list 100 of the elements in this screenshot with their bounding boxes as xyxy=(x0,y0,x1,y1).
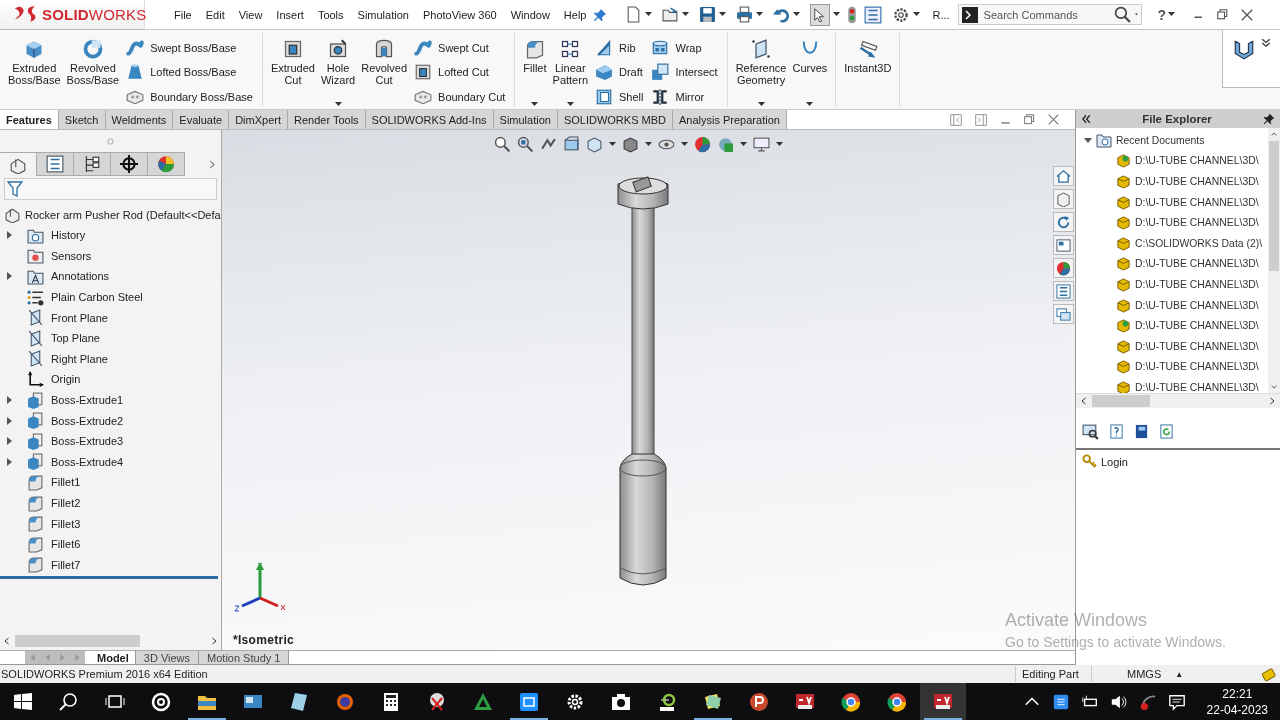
undo-icon[interactable] xyxy=(773,6,791,23)
scroll-down-icon[interactable] xyxy=(1270,384,1278,390)
expand-arrow-icon[interactable] xyxy=(5,396,13,405)
model-tab[interactable]: Motion Study 1 xyxy=(199,651,290,664)
menu-item[interactable]: Simulation xyxy=(350,8,416,21)
ribbon-button[interactable]: Lofted Cut xyxy=(414,61,506,83)
task-pane-tab[interactable] xyxy=(1053,304,1074,324)
tree-item[interactable]: Fillet7 xyxy=(51,558,81,571)
dropdown-caret-icon[interactable] xyxy=(913,12,921,17)
command-tab[interactable]: DimXpert xyxy=(229,110,288,129)
chevron-right-icon[interactable] xyxy=(208,158,217,170)
dropdown-caret-icon[interactable] xyxy=(1168,12,1176,17)
dropdown-caret-icon[interactable] xyxy=(833,12,841,17)
section-view-icon[interactable] xyxy=(563,136,580,153)
recent-document-item[interactable]: D:\U-TUBE CHANNEL\3D\ xyxy=(1135,361,1259,373)
recent-document-item[interactable]: D:\U-TUBE CHANNEL\3D\ xyxy=(1135,340,1259,352)
ribbon-button[interactable]: Shell xyxy=(595,86,644,107)
tree-item[interactable]: Fillet1 xyxy=(51,476,81,489)
tree-item[interactable]: Annotations xyxy=(51,270,110,283)
panel-tab[interactable] xyxy=(111,152,148,176)
close-icon[interactable] xyxy=(1048,114,1059,125)
notebook-icon[interactable] xyxy=(1134,423,1149,439)
display-style-icon[interactable] xyxy=(622,136,639,153)
scene-icon[interactable] xyxy=(717,136,734,153)
expand-arrow-icon[interactable] xyxy=(5,231,13,240)
taskbar-clock[interactable]: 22:21 22-04-2023 xyxy=(1206,685,1268,718)
overflow-menu-label[interactable]: R... xyxy=(932,8,950,21)
menu-item[interactable]: Insert xyxy=(269,8,311,21)
options-list-icon[interactable] xyxy=(864,5,883,24)
command-tab[interactable]: Sketch xyxy=(58,110,106,129)
ribbon-button[interactable]: Lofted Boss/Base xyxy=(126,61,253,83)
close-icon[interactable] xyxy=(1241,8,1254,21)
notifications-icon[interactable] xyxy=(1167,692,1186,711)
view-orientation-icon[interactable] xyxy=(586,136,603,153)
panel-tab[interactable] xyxy=(74,152,111,176)
ribbon-button[interactable]: Fillet xyxy=(520,37,550,109)
taskbar-button[interactable] xyxy=(920,683,966,720)
part-name[interactable]: Rocker arm Pusher Rod (Default<<Defa xyxy=(25,208,221,221)
dropdown-caret-icon[interactable] xyxy=(645,12,653,17)
menu-item[interactable]: Edit xyxy=(198,8,232,21)
dropdown-caret-icon[interactable] xyxy=(609,142,616,147)
dropdown-caret-icon[interactable] xyxy=(757,102,765,107)
scroll-left-icon[interactable] xyxy=(3,636,11,646)
units-caret[interactable]: ▲ xyxy=(1175,669,1184,679)
search-icon[interactable] xyxy=(1113,6,1131,23)
recent-document-item[interactable]: C:\SOLIDWORKS Data (2)\ xyxy=(1135,237,1263,249)
settings-icon[interactable] xyxy=(892,5,911,24)
scroll-up-icon[interactable] xyxy=(1270,131,1278,137)
zoom-area-icon[interactable] xyxy=(517,136,534,153)
expand-arrow-icon[interactable] xyxy=(1084,136,1092,145)
ribbon-button[interactable]: Instant3D xyxy=(841,37,895,109)
scroll-right-icon[interactable] xyxy=(1268,396,1276,406)
command-tab[interactable]: Render Tools xyxy=(288,110,366,129)
dropdown-caret-icon[interactable] xyxy=(793,12,801,17)
ribbon-button[interactable]: Rib xyxy=(595,37,644,58)
tree-item[interactable]: Boss-Extrude4 xyxy=(51,455,124,468)
ribbon-button[interactable]: Wrap xyxy=(651,37,718,58)
recent-document-item[interactable]: D:\U-TUBE CHANNEL\3D\ xyxy=(1135,299,1259,311)
tree-item[interactable]: Plain Carbon Steel xyxy=(51,291,143,304)
bracket-part-icon[interactable] xyxy=(1232,38,1255,60)
tree-item[interactable]: Boss-Extrude2 xyxy=(51,414,124,427)
scrollbar-thumb[interactable] xyxy=(15,635,140,647)
restore-icon[interactable] xyxy=(1217,8,1230,21)
command-tab[interactable]: Evaluate xyxy=(173,110,230,129)
help-document-icon[interactable] xyxy=(1109,423,1124,439)
ribbon-button[interactable]: Mirror xyxy=(651,86,718,107)
tree-item[interactable]: Top Plane xyxy=(51,332,100,345)
menu-item[interactable]: View xyxy=(231,8,270,21)
recent-document-item[interactable]: D:\U-TUBE CHANNEL\3D\ xyxy=(1135,155,1259,167)
tree-item[interactable]: Right Plane xyxy=(51,352,108,365)
dropdown-caret-icon[interactable] xyxy=(645,142,652,147)
scrollbar-thumb[interactable] xyxy=(1092,395,1150,407)
tree-item[interactable]: Origin xyxy=(51,373,81,386)
command-tab[interactable]: Simulation xyxy=(493,110,558,129)
tree-item[interactable]: Front Plane xyxy=(51,311,108,324)
dropdown-caret-icon[interactable] xyxy=(681,142,688,147)
ribbon-button[interactable]: Revolved Cut xyxy=(358,37,411,109)
tree-item[interactable]: Sensors xyxy=(51,249,92,262)
expand-arrow-icon[interactable] xyxy=(5,416,13,425)
dropdown-caret-icon[interactable] xyxy=(806,102,814,107)
tree-item[interactable]: Recent Documents xyxy=(1116,134,1205,146)
dropdown-caret-icon[interactable] xyxy=(719,12,727,17)
recent-document-item[interactable]: D:\U-TUBE CHANNEL\3D\ xyxy=(1135,381,1259,393)
task-pane-tab[interactable] xyxy=(1053,258,1074,278)
search-input[interactable]: Search Commands xyxy=(981,7,1110,22)
menu-item[interactable]: PhotoView 360 xyxy=(415,8,504,21)
list-app-tray-icon[interactable] xyxy=(1051,692,1070,711)
command-tab[interactable]: SOLIDWORKS MBD xyxy=(557,110,673,129)
tree-item[interactable]: History xyxy=(51,229,86,242)
recent-document-item[interactable]: D:\U-TUBE CHANNEL\3D\ xyxy=(1135,196,1259,208)
search-icon[interactable] xyxy=(1082,422,1099,440)
tree-item[interactable]: Fillet6 xyxy=(51,538,81,551)
menu-item[interactable]: File xyxy=(167,8,199,21)
ribbon-button[interactable]: Extruded Cut xyxy=(267,37,318,109)
ribbon-button[interactable]: Boundary Boss/Base xyxy=(126,86,253,107)
tree-item[interactable]: Fillet3 xyxy=(51,517,81,530)
task-pane-tab[interactable] xyxy=(1053,235,1074,255)
task-pane-tab[interactable] xyxy=(1053,189,1074,209)
filter-field[interactable] xyxy=(4,178,217,200)
pin-icon[interactable] xyxy=(1263,113,1275,125)
